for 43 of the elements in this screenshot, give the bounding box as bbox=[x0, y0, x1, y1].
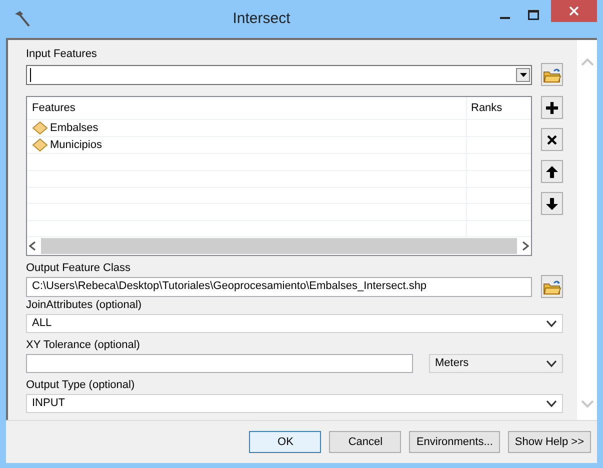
dialog-button[interactable]: Cancel bbox=[329, 431, 402, 453]
column-header: Features bbox=[31, 100, 76, 116]
plus-icon bbox=[545, 100, 559, 114]
input-features-combo[interactable] bbox=[26, 64, 532, 84]
dialog-button[interactable]: Environments... bbox=[409, 431, 500, 453]
chevron-down-icon bbox=[546, 359, 557, 368]
chevron-down-icon bbox=[546, 319, 557, 328]
close-icon bbox=[545, 132, 559, 146]
arrow-up-icon bbox=[545, 164, 559, 178]
column-header: Ranks bbox=[466, 97, 531, 120]
arrow-down-icon bbox=[545, 196, 559, 210]
chevron-down-icon bbox=[546, 399, 557, 408]
close-button[interactable] bbox=[551, 0, 597, 22]
close-icon bbox=[569, 6, 579, 16]
feature-name[interactable]: Municipios bbox=[50, 137, 102, 154]
layer-icon bbox=[32, 121, 48, 136]
feature-name[interactable]: Embalses bbox=[50, 120, 98, 137]
browse-button[interactable] bbox=[541, 63, 563, 86]
scroll-up-icon bbox=[580, 58, 594, 66]
dialog-button[interactable]: Show Help >> bbox=[508, 431, 591, 453]
remove-button[interactable] bbox=[541, 128, 563, 151]
join-attributes-dropdown[interactable]: ALL bbox=[26, 314, 563, 333]
maximize-icon[interactable] bbox=[528, 10, 538, 20]
dialog-button[interactable]: OK bbox=[249, 431, 322, 453]
scroll-down-icon bbox=[580, 400, 594, 408]
move-up-button[interactable] bbox=[541, 160, 563, 183]
browse-button[interactable] bbox=[541, 275, 563, 298]
field-label: XY Tolerance (optional) bbox=[26, 339, 141, 352]
output-path-field[interactable]: C:\Users\Rebeca\Desktop\Tutoriales\Geoprocesamiento\Embalses_Intersect.shp bbox=[26, 276, 532, 296]
field-label: JoinAttributes (optional) bbox=[26, 299, 143, 312]
horizontal-scrollbar[interactable] bbox=[27, 237, 531, 256]
dropdown-arrow-icon bbox=[520, 72, 526, 76]
field-label: Output Feature Class bbox=[26, 262, 132, 275]
window-title: Intersect bbox=[232, 8, 292, 29]
add-button[interactable] bbox=[541, 96, 563, 119]
field-label: Output Type (optional) bbox=[26, 379, 136, 392]
move-down-button[interactable] bbox=[541, 192, 563, 215]
features-list[interactable]: Features Ranks Embalses Municipios bbox=[26, 96, 532, 256]
layer-icon bbox=[32, 138, 48, 152]
units-dropdown[interactable]: Meters bbox=[429, 354, 563, 373]
field-label: Input Features bbox=[26, 48, 98, 61]
xy-tolerance-field[interactable] bbox=[26, 354, 413, 373]
output-type-dropdown[interactable]: INPUT bbox=[26, 394, 563, 413]
